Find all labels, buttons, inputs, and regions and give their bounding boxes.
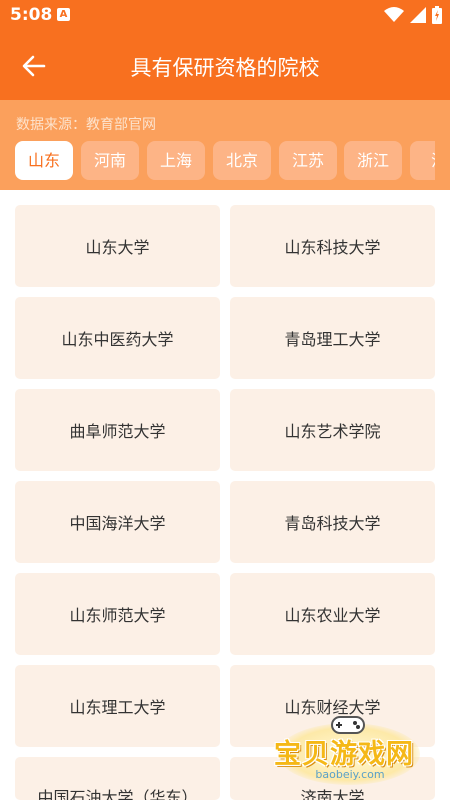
province-tabs: 山东 河南 上海 北京 江苏 浙江 江 (15, 141, 435, 180)
province-tab[interactable]: 上海 (147, 141, 205, 180)
page-title: 具有保研资格的院校 (130, 56, 320, 80)
school-card[interactable]: 山东大学 (15, 205, 220, 287)
province-tab[interactable]: 北京 (213, 141, 271, 180)
filter-area: 数据来源：教育部官网 山东 河南 上海 北京 江苏 浙江 江 (0, 100, 450, 190)
school-card-label: 中国石油大学（华东） (37, 788, 198, 800)
battery-icon (432, 6, 442, 24)
province-tab[interactable]: 江 (410, 141, 435, 180)
wifi-icon (384, 7, 404, 22)
province-tab[interactable]: 浙江 (344, 141, 402, 180)
watermark-logo: 宝贝游戏网 baobeiy.com (270, 705, 430, 797)
school-card[interactable]: 青岛理工大学 (230, 297, 435, 379)
watermark-text: 宝贝游戏网 (274, 739, 414, 770)
school-card[interactable]: 山东理工大学 (15, 665, 220, 747)
school-card[interactable]: 山东艺术学院 (230, 389, 435, 471)
province-tab[interactable]: 山东 (15, 141, 73, 180)
province-tab[interactable]: 河南 (81, 141, 139, 180)
school-card[interactable]: 中国石油大学（华东） (15, 757, 220, 800)
province-tab[interactable]: 江苏 (279, 141, 337, 180)
school-card[interactable]: 曲阜师范大学 (15, 389, 220, 471)
school-card[interactable]: 中国海洋大学 (15, 481, 220, 563)
school-card[interactable]: 青岛科技大学 (230, 481, 435, 563)
school-card[interactable]: 山东科技大学 (230, 205, 435, 287)
school-card[interactable]: 山东农业大学 (230, 573, 435, 655)
status-time: 5:08 (10, 5, 53, 25)
app-bar: 具有保研资格的院校 (0, 30, 450, 100)
watermark-url: baobeiy.com (315, 768, 385, 781)
status-icons (384, 6, 442, 24)
notification-icon: A (57, 8, 70, 21)
signal-icon (410, 7, 426, 23)
data-source-label: 数据来源：教育部官网 (16, 117, 156, 133)
school-card[interactable]: 山东师范大学 (15, 573, 220, 655)
school-card[interactable]: 山东中医药大学 (15, 297, 220, 379)
status-bar: 5:08 A (0, 0, 450, 30)
